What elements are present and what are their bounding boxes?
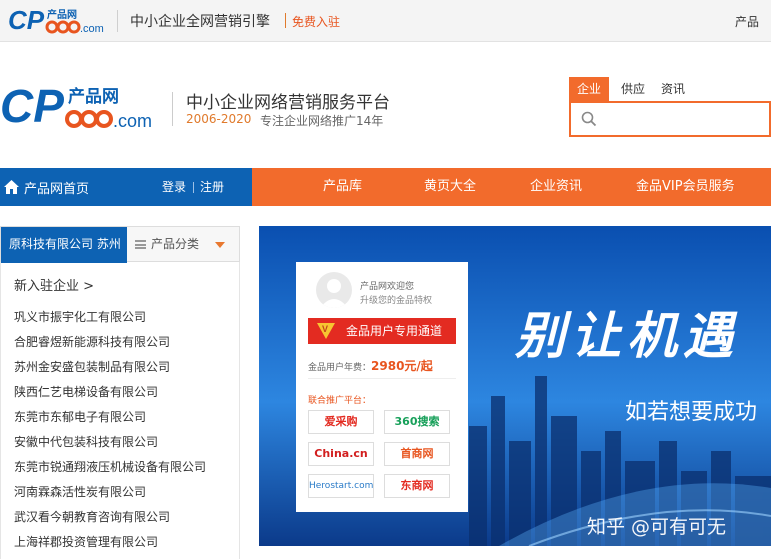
site-logo[interactable]: CP 产品网 .com (0, 82, 162, 130)
home-icon (4, 180, 19, 194)
sidebar-body: 新入驻企业 > 巩义市振宇化工有限公司 合肥睿煜新能源科技有限公司 苏州金安盛包… (0, 262, 240, 559)
svg-text:.com: .com (80, 23, 104, 35)
search-box (569, 103, 771, 137)
divider (117, 10, 118, 32)
user-icon (320, 279, 348, 308)
partner-logo-china-cn[interactable]: China.cn (308, 442, 374, 466)
nav-home-label: 产品网首页 (24, 181, 90, 197)
divider (193, 182, 194, 193)
top-bar: CP 产品网 .com 中小企业全网营销引擎 免费入驻 产品 (0, 0, 771, 42)
card-upgrade: 升级您的金品特权 (360, 296, 433, 306)
free-join-link[interactable]: 免费入驻 (292, 13, 340, 30)
search-icon[interactable] (581, 111, 597, 127)
top-slogan: 中小企业全网营销引擎 (130, 14, 270, 30)
list-item[interactable]: 陕西仁艺电梯设备有限公司 (14, 380, 206, 405)
svg-text:V: V (322, 324, 328, 334)
fee-value: 2980元/起 (371, 359, 433, 373)
category-label: 产品分类 (151, 237, 200, 251)
partner-logo-dongshang[interactable]: 东商网 (384, 474, 450, 498)
list-item[interactable]: 安徽中代包装科技有限公司 (14, 430, 206, 455)
list-item[interactable]: 东莞市东郁电子有限公司 (14, 405, 206, 430)
search-tabs: 企业 供应 资讯 (569, 77, 771, 103)
vip-badge-icon: V (317, 323, 335, 339)
list-item[interactable]: 东莞市锐通翔液压机械设备有限公司 (14, 455, 206, 480)
header-title: 中小企业网络营销服务平台 (186, 93, 390, 113)
new-companies-link[interactable]: 新入驻企业 > (14, 275, 94, 294)
svg-text:CP: CP (0, 82, 64, 130)
header-since: 专注企业网络推广14年 (260, 114, 384, 128)
nav-left-block: 产品网首页 登录 注册 (0, 168, 252, 206)
partner-logo-360[interactable]: 360搜索 (384, 410, 450, 434)
site-logo-small[interactable]: CP 产品网 .com (8, 5, 104, 37)
nav-home[interactable]: 产品网首页 (0, 168, 89, 206)
banner-headline: 别让机遇 (515, 306, 739, 365)
divider (285, 13, 286, 28)
svg-text:产品网: 产品网 (68, 86, 119, 107)
search-tab-news[interactable]: 资讯 (655, 77, 691, 101)
list-item[interactable]: 武汉看今朝教育咨询有限公司 (14, 505, 206, 530)
company-tag[interactable]: 原科技有限公司 苏州 (1, 227, 127, 263)
partner-logo-herostart[interactable]: Herostart.com (308, 474, 374, 498)
chevron-down-icon[interactable] (215, 242, 225, 248)
fee-label: 金品用户年费： (308, 363, 372, 373)
svg-text:.com: .com (113, 111, 152, 130)
partner-logo-aicaigou[interactable]: 爱采购 (308, 410, 374, 434)
menu-icon (135, 240, 146, 249)
header-years: 2006-2020 (186, 112, 252, 126)
vip-login-card: 产品网欢迎您 升级您的金品特权 V 金品用户专用通道 金品用户年费：2980元/… (296, 262, 468, 512)
watermark: 知乎 @可有可无 (587, 516, 727, 538)
register-link[interactable]: 注册 (200, 168, 224, 206)
list-item[interactable]: 河南霖森活性炭有限公司 (14, 480, 206, 505)
banner-subline: 如若想要成功 (625, 400, 758, 425)
list-item[interactable]: 上海祥郡投资管理有限公司 (14, 530, 206, 555)
sidebar-header: 原科技有限公司 苏州 产品分类 (0, 226, 240, 263)
sidebar: 原科技有限公司 苏州 产品分类 新入驻企业 > 巩义市振宇化工有限公司 合肥睿煜… (0, 226, 240, 559)
login-link[interactable]: 登录 (162, 168, 186, 206)
search-tab-supply[interactable]: 供应 (615, 77, 651, 101)
card-welcome: 产品网欢迎您 (360, 282, 415, 292)
top-right-link[interactable]: 产品 (735, 13, 759, 30)
nav-item-vip[interactable]: 金品VIP会员服务 (636, 168, 735, 206)
divider (172, 92, 173, 126)
list-item[interactable]: 苏州金安盛包装制品有限公司 (14, 355, 206, 380)
partners-label: 联合推广平台： (308, 396, 372, 406)
main-nav: 产品网首页 登录 注册 产品库 黄页大全 企业资讯 金品VIP会员服务 (0, 168, 771, 206)
svg-text:产品网: 产品网 (47, 8, 77, 21)
vip-channel-label: 金品用户专用通道 (346, 324, 443, 338)
search-tab-enterprise[interactable]: 企业 (569, 77, 609, 101)
company-list: 巩义市振宇化工有限公司 合肥睿煜新能源科技有限公司 苏州金安盛包装制品有限公司 … (14, 305, 206, 555)
nav-item-yellow-pages[interactable]: 黄页大全 (424, 168, 476, 206)
list-item[interactable]: 合肥睿煜新能源科技有限公司 (14, 330, 206, 355)
card-fee: 金品用户年费：2980元/起 (308, 357, 433, 374)
vip-channel-button[interactable]: V 金品用户专用通道 (308, 318, 456, 344)
nav-item-products[interactable]: 产品库 (323, 168, 362, 206)
divider (308, 378, 456, 379)
list-item[interactable]: 巩义市振宇化工有限公司 (14, 305, 206, 330)
svg-text:CP: CP (8, 5, 45, 35)
search-input[interactable] (603, 107, 763, 131)
avatar (316, 272, 352, 308)
partner-logo-shoushang[interactable]: 首商网 (384, 442, 450, 466)
nav-item-news[interactable]: 企业资讯 (530, 168, 582, 206)
